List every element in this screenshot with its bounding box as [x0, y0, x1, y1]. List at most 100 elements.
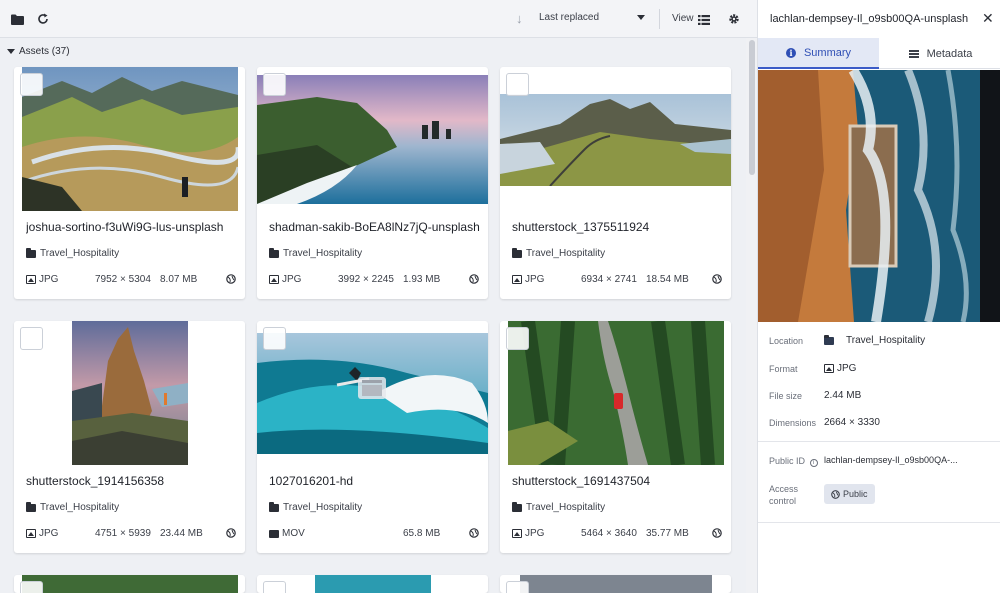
asset-filesize: 35.77 MB: [646, 528, 689, 539]
asset-card[interactable]: 1027016201-hd Travel_Hospitality MOV 65.…: [257, 321, 488, 553]
asset-card[interactable]: shutterstock_1914156358 Travel_Hospitali…: [14, 321, 245, 553]
toolbar: ↓ Last replaced View: [0, 0, 757, 38]
asset-title: 1027016201-hd: [269, 474, 354, 488]
select-checkbox[interactable]: [263, 581, 286, 593]
access-badge: Public: [824, 484, 875, 504]
public-id-value[interactable]: lachlan-dempsey-Il_o9sb00QA-...: [824, 455, 974, 465]
format-label: Format: [769, 364, 798, 374]
folder-icon: [26, 247, 36, 258]
asset-details-panel: lachlan-dempsey-Il_o9sb00QA-unsplash ✕ i…: [757, 0, 1000, 593]
panel-tabs: i Summary Metadata: [758, 38, 1000, 69]
select-checkbox[interactable]: [20, 73, 43, 96]
access-control-label: Access control: [769, 484, 799, 506]
aerial-pool-image: [758, 70, 1000, 322]
select-checkbox[interactable]: [263, 73, 286, 96]
asset-dimensions: 4751 × 5939: [95, 528, 151, 539]
tab-metadata[interactable]: Metadata: [880, 38, 1000, 69]
asset-format: JPG: [26, 274, 58, 285]
asset-card[interactable]: [14, 575, 245, 593]
asset-folder: Travel_Hospitality: [26, 501, 119, 513]
asset-card[interactable]: [257, 575, 488, 593]
select-checkbox[interactable]: [263, 327, 286, 350]
folder-icon[interactable]: [9, 11, 25, 27]
sort-dropdown[interactable]: Last replaced: [539, 12, 599, 23]
folder-icon: [824, 334, 834, 345]
select-checkbox[interactable]: [506, 327, 529, 350]
asset-thumbnail[interactable]: [257, 75, 488, 204]
divider: [758, 522, 1000, 523]
info-icon[interactable]: i: [809, 459, 818, 467]
location-label: Location: [769, 336, 804, 346]
image-icon: [26, 275, 36, 284]
panel-title: lachlan-dempsey-Il_o9sb00QA-unsplash: [770, 13, 969, 25]
select-checkbox[interactable]: [506, 581, 529, 593]
asset-format: JPG: [512, 528, 544, 539]
asset-folder: Travel_Hospitality: [269, 501, 362, 513]
close-icon[interactable]: ✕: [982, 11, 994, 25]
asset-filesize: 23.44 MB: [160, 528, 203, 539]
filesize-label: File size: [769, 391, 803, 401]
globe-icon: [226, 528, 236, 541]
info-icon: i: [785, 47, 796, 58]
asset-card[interactable]: [500, 575, 731, 593]
asset-thumbnail[interactable]: [508, 321, 724, 465]
coastal-cliffs-image: [257, 75, 488, 204]
asset-folder: Travel_Hospitality: [269, 247, 362, 259]
asset-thumbnail[interactable]: [500, 94, 731, 186]
folder-icon: [512, 247, 522, 258]
mountain-road-image: [500, 94, 731, 186]
asset-card[interactable]: shutterstock_1375511924 Travel_Hospitali…: [500, 67, 731, 299]
asset-thumbnail[interactable]: [22, 575, 238, 593]
asset-title: shutterstock_1375511924: [512, 220, 650, 234]
asset-thumbnail[interactable]: [22, 67, 238, 211]
asset-filesize: 8.07 MB: [160, 274, 198, 285]
asset-title: shutterstock_1691437504: [512, 474, 651, 488]
tab-summary[interactable]: i Summary: [758, 38, 879, 69]
asset-folder: Travel_Hospitality: [512, 247, 605, 259]
format-value: JPG: [824, 363, 856, 374]
globe-icon: [831, 489, 840, 499]
asset-filesize: 65.8 MB: [403, 528, 441, 539]
asset-folder: Travel_Hospitality: [512, 501, 605, 513]
filesize-value: 2.44 MB: [824, 390, 862, 401]
asset-card[interactable]: joshua-sortino-f3uWi9G-lus-unsplash Trav…: [14, 67, 245, 299]
asset-dimensions: 3992 × 2245: [338, 274, 394, 285]
select-checkbox[interactable]: [20, 327, 43, 350]
list-view-icon[interactable]: [696, 12, 712, 28]
folder-icon: [512, 501, 522, 512]
scrollbar-thumb[interactable]: [749, 40, 755, 175]
assets-section-header[interactable]: Assets (37): [7, 46, 70, 57]
collapse-caret-icon[interactable]: [7, 49, 15, 54]
refresh-icon[interactable]: [35, 11, 51, 27]
asset-format: MOV: [269, 528, 305, 539]
mountain-valley-image: [22, 67, 238, 211]
dimensions-label: Dimensions: [769, 418, 817, 428]
asset-thumbnail[interactable]: [315, 575, 431, 593]
asset-card[interactable]: shutterstock_1691437504 Travel_Hospitali…: [500, 321, 731, 553]
select-checkbox[interactable]: [506, 73, 529, 96]
asset-filesize: 18.54 MB: [646, 274, 689, 285]
asset-filesize: 1.93 MB: [403, 274, 441, 285]
sort-direction-icon[interactable]: ↓: [516, 11, 523, 26]
location-value[interactable]: Travel_Hospitality: [824, 334, 925, 346]
image-icon: [269, 275, 279, 284]
folder-icon: [26, 501, 36, 512]
asset-thumbnail[interactable]: [257, 333, 488, 454]
image-icon: [512, 275, 522, 284]
toolbar-divider: [659, 9, 660, 29]
asset-grid: joshua-sortino-f3uWi9G-lus-unsplash Trav…: [0, 0, 745, 593]
forest-road-image: [508, 321, 724, 465]
view-button[interactable]: View: [672, 13, 694, 24]
asset-thumbnail[interactable]: [72, 321, 188, 465]
asset-preview: [758, 70, 1000, 322]
asset-dimensions: 6934 × 2741: [581, 274, 637, 285]
globe-icon: [712, 528, 722, 541]
asset-card[interactable]: shadman-sakib-BoEA8lNz7jQ-unsplash Trave…: [257, 67, 488, 299]
list-icon: [908, 49, 919, 58]
chevron-down-icon[interactable]: [637, 15, 645, 20]
video-play-icon: [358, 377, 386, 399]
globe-icon: [226, 274, 236, 287]
asset-thumbnail[interactable]: [520, 575, 712, 593]
gear-icon[interactable]: [726, 11, 742, 27]
select-checkbox[interactable]: [20, 581, 43, 593]
